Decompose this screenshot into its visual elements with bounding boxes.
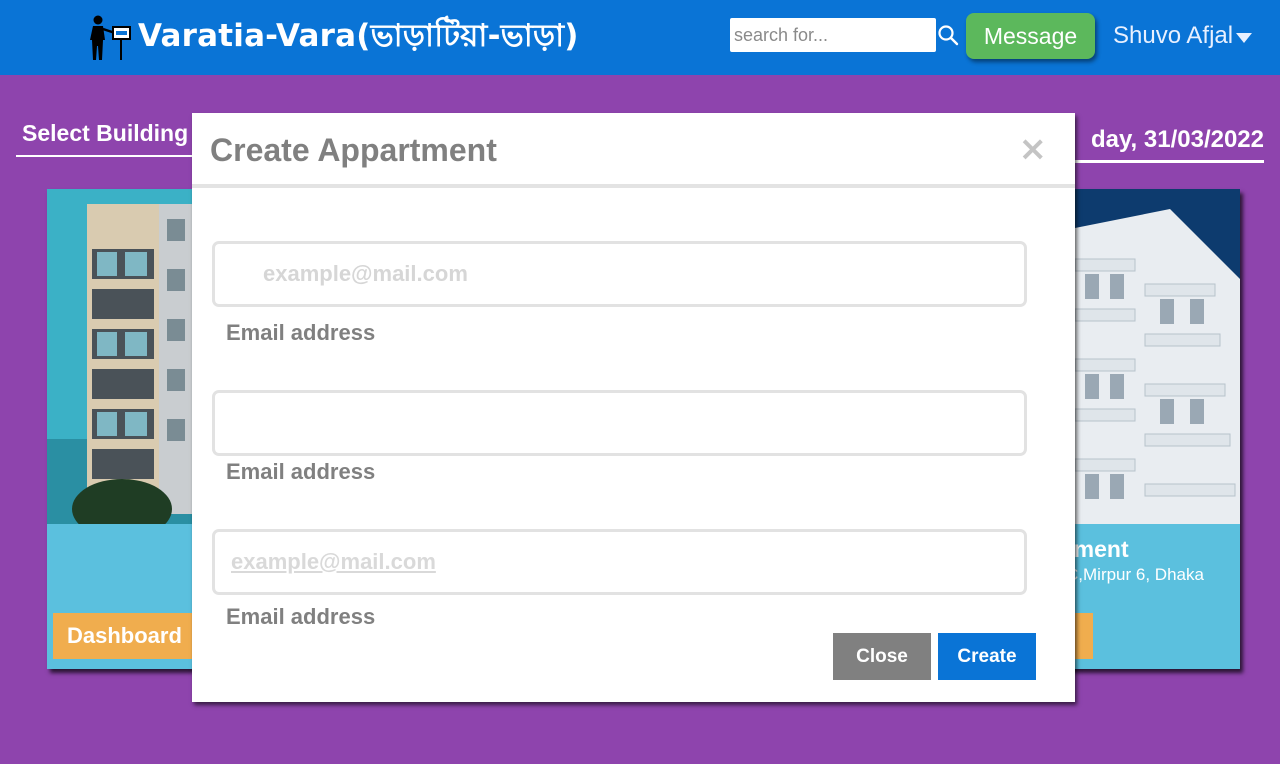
select-building-dropdown[interactable]: Select Building <box>16 120 196 157</box>
building-image <box>1060 189 1240 524</box>
email-field-3[interactable] <box>212 529 1027 595</box>
create-button[interactable]: Create <box>938 633 1036 680</box>
create-apartment-modal: Create Appartment × Email address Email … <box>192 113 1075 702</box>
search-input[interactable] <box>730 18 936 52</box>
message-button[interactable]: Message <box>966 13 1095 59</box>
email-label-3: Email address <box>226 604 376 629</box>
brand[interactable]: Varatia-Vara(ভাড়াটিয়া-ভাড়া) <box>88 12 579 64</box>
email-field-2[interactable] <box>212 390 1027 456</box>
dashboard-button[interactable]: Dashboard <box>53 613 196 659</box>
card-title: tment <box>1066 536 1129 562</box>
date-label: day, 31/03/2022 <box>1064 126 1264 163</box>
close-button[interactable]: Close <box>833 633 931 680</box>
user-menu[interactable]: Shuvo Afjal <box>1113 22 1253 50</box>
modal-title: Create Appartment <box>210 132 497 168</box>
close-icon[interactable]: × <box>1019 129 1048 169</box>
email-label-1: Email address <box>226 320 376 345</box>
search-icon[interactable] <box>937 24 959 46</box>
modal-header: Create Appartment × <box>192 113 1075 188</box>
card-address: C,Mirpur 6, Dhaka <box>1066 565 1204 584</box>
navbar: Varatia-Vara(ভাড়াটিয়া-ভাড়া) Message S… <box>0 0 1280 75</box>
building-card: tment C,Mirpur 6, Dhaka <box>1060 189 1240 669</box>
user-name: Shuvo Afjal <box>1113 22 1234 49</box>
email-label-2: Email address <box>226 459 376 484</box>
email-field-1[interactable] <box>212 241 1027 307</box>
brand-name: Varatia-Vara(ভাড়াটিয়া-ভাড়া) <box>138 18 579 54</box>
caret-down-icon <box>1236 33 1253 43</box>
person-with-rent-sign-icon <box>90 15 131 60</box>
